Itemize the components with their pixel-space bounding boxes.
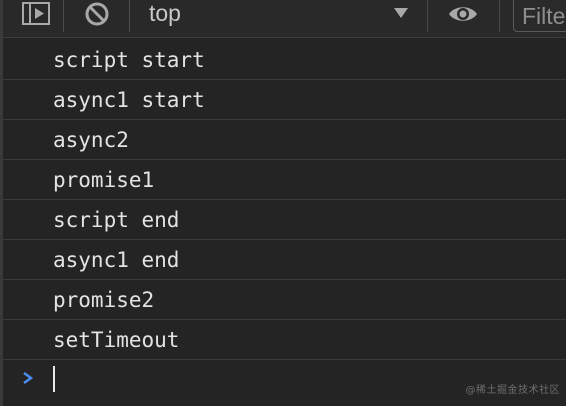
- toolbar-divider: [427, 0, 428, 32]
- console-message: script start: [3, 40, 566, 80]
- toolbar-divider: [499, 0, 500, 32]
- toolbar-divider: [63, 0, 64, 32]
- eye-icon[interactable]: [445, 0, 481, 28]
- clear-console-icon[interactable]: [81, 0, 113, 28]
- console-messages: script start async1 start async2 promise…: [3, 40, 566, 360]
- console-message: script end: [3, 200, 566, 240]
- chevron-down-icon: [393, 5, 409, 24]
- console-message: async2: [3, 120, 566, 160]
- console-message-text: promise1: [53, 168, 155, 192]
- console-message: async1 start: [3, 80, 566, 120]
- console-message: promise1: [3, 160, 566, 200]
- console-message-text: async2: [53, 128, 129, 152]
- console-message: setTimeout: [3, 320, 566, 360]
- console-message-text: script start: [53, 48, 205, 72]
- sidebar-toggle-icon[interactable]: [19, 0, 53, 28]
- console-toolbar: top: [3, 0, 566, 38]
- console-message-text: promise2: [53, 288, 155, 312]
- console-message-text: script end: [53, 208, 180, 232]
- text-caret: [53, 366, 55, 392]
- prompt-chevron-icon: [21, 370, 35, 390]
- watermark: @稀土掘金技术社区: [465, 385, 560, 396]
- console-message: async1 end: [3, 240, 566, 280]
- context-selector[interactable]: top: [143, 0, 417, 28]
- console-message-text: setTimeout: [53, 328, 180, 352]
- console-message-text: async1 end: [53, 248, 180, 272]
- devtools-console: top script start async1 start asyn: [0, 0, 566, 406]
- toolbar-divider: [129, 0, 130, 32]
- filter-input[interactable]: [513, 0, 566, 32]
- console-message: promise2: [3, 280, 566, 320]
- console-message-text: async1 start: [53, 88, 205, 112]
- context-label: top: [149, 0, 181, 26]
